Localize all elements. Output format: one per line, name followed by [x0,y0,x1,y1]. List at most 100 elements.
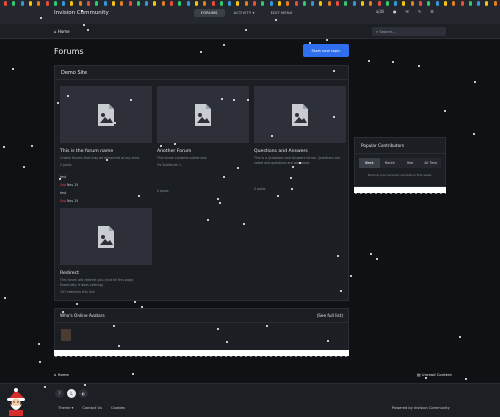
widget-header: Who's Online Avatars (See full list) [55,309,348,323]
post-author[interactable]: Sep [60,199,66,203]
light-bulb [244,1,248,6]
breadcrumb-home[interactable]: Home [58,29,70,34]
post-author[interactable]: Sep [60,183,66,187]
snow-decoration [354,187,446,195]
forum-card[interactable]: Redirect This forum will redirect you (a… [60,208,152,294]
santa-icon [7,388,25,416]
tab-all-time[interactable]: All Time [421,158,442,168]
forum-card[interactable]: Questions and Answers This is a Question… [254,86,346,191]
avatar[interactable] [61,329,71,341]
light-bulb [493,1,497,6]
snowflake [132,373,134,375]
light-bulb [203,1,207,6]
forum-title[interactable]: Another Forum [157,149,249,154]
forum-card[interactable]: This is the forum name Create forums tha… [60,86,152,205]
post-title[interactable]: test [60,191,66,195]
snowflake [376,258,378,260]
user-bar: ajilli ● ✉ ✎ ⚙ [376,9,434,14]
nav-tab-forums[interactable]: FORUMS [194,9,225,17]
forum-thumbnail[interactable] [60,86,152,143]
light-bulb [153,1,157,6]
snowflake [271,135,273,137]
snowflake [138,195,140,197]
help-icon[interactable]: ? [55,389,64,398]
light-bulb [95,1,99,6]
start-new-topic-button[interactable]: Start new topic [303,44,349,57]
light-bulb [12,1,16,6]
light-bulb [302,1,306,6]
bell-icon[interactable]: ● [393,9,397,14]
light-bulb [427,1,431,6]
nav-tab-activity[interactable]: ACTIVITY ▾ [227,9,262,17]
theme-icon[interactable]: ◐ [79,389,88,398]
forum-description: This forum will redirect you (and for th… [60,278,134,287]
unread-content-link[interactable]: ▤ Unread Content [417,372,452,377]
snowflake [76,303,78,305]
image-placeholder-icon [98,225,114,248]
forum-title[interactable]: Redirect [60,271,152,276]
footer-link-theme[interactable]: Theme ▾ [58,406,73,410]
forum-subforum[interactable]: Ov Subforum 1 [157,163,249,167]
footer-link-cookies[interactable]: Cookies [111,406,125,410]
image-placeholder-icon [195,103,211,126]
tab-year[interactable]: Year [400,158,421,168]
light-bulb [269,1,273,6]
powered-by[interactable]: Powered by Invision Community [392,406,450,410]
light-bulb [219,1,223,6]
snowflake [473,133,475,135]
snow-decoration [54,350,349,358]
forum-title[interactable]: This is the forum name [60,149,152,154]
envelope-icon[interactable]: ✉ [406,9,409,14]
snowflake [40,17,42,19]
site-header: Invision Community FORUMS ACTIVITY ▾ EDI… [0,0,500,24]
snowflake [245,29,247,31]
snowflake [130,99,132,101]
category-title[interactable]: Demo Site [55,66,348,80]
footer-breadcrumb[interactable]: ⌂ Home [54,372,69,377]
post-date: Nov 15 [67,199,79,203]
snowflake [266,325,268,327]
snowflake [207,219,209,221]
settings-icon[interactable]: ⚙ [430,9,434,14]
snowflake [221,98,223,100]
forum-thumbnail[interactable] [157,86,249,143]
nav-tab-edit-menu[interactable]: EDIT MENU [264,9,300,17]
create-icon[interactable]: ✎ [418,9,421,14]
language-icon[interactable]: L [67,389,76,398]
snowflake [425,377,427,379]
search-input[interactable]: ⌕ Search... [372,27,446,36]
snowflake [333,116,335,118]
light-bulb [253,1,256,6]
light-bulb [28,1,32,6]
tab-month[interactable]: Month [380,158,401,168]
forum-card[interactable]: Another Forum This forum contains subfor… [157,86,249,193]
light-bulb [336,1,339,6]
user-name[interactable]: ajilli [376,9,384,14]
snowflake [299,162,301,164]
light-bulb [319,1,323,6]
forum-title[interactable]: Questions and Answers [254,149,346,154]
light-bulb [311,1,315,6]
recent-post[interactable]: test Sep Nov 15 [60,189,152,205]
footer-breadcrumb-home[interactable]: Home [58,372,69,377]
snowflake [223,44,225,46]
snowflake [226,341,228,343]
snowflake [57,102,59,104]
snowflake [333,70,335,72]
light-bulb [294,1,298,6]
forum-thumbnail[interactable] [254,86,346,143]
light-bulb [228,1,232,6]
breadcrumb[interactable]: ⌂ Home [54,29,70,34]
snowflake [81,10,83,12]
tab-week[interactable]: Week [359,158,380,168]
page-title: Forums [54,47,84,56]
light-bulb [477,1,481,6]
recent-post[interactable]: test Sep Nov 15 [60,173,152,189]
light-bulb [211,1,215,6]
footer-link-contact[interactable]: Contact Us [82,406,102,410]
see-full-list-link[interactable]: (See full list) [317,313,343,318]
light-bulb [136,1,140,6]
light-bulb [111,1,115,6]
forum-thumbnail[interactable] [60,208,152,265]
light-bulb [419,1,422,6]
